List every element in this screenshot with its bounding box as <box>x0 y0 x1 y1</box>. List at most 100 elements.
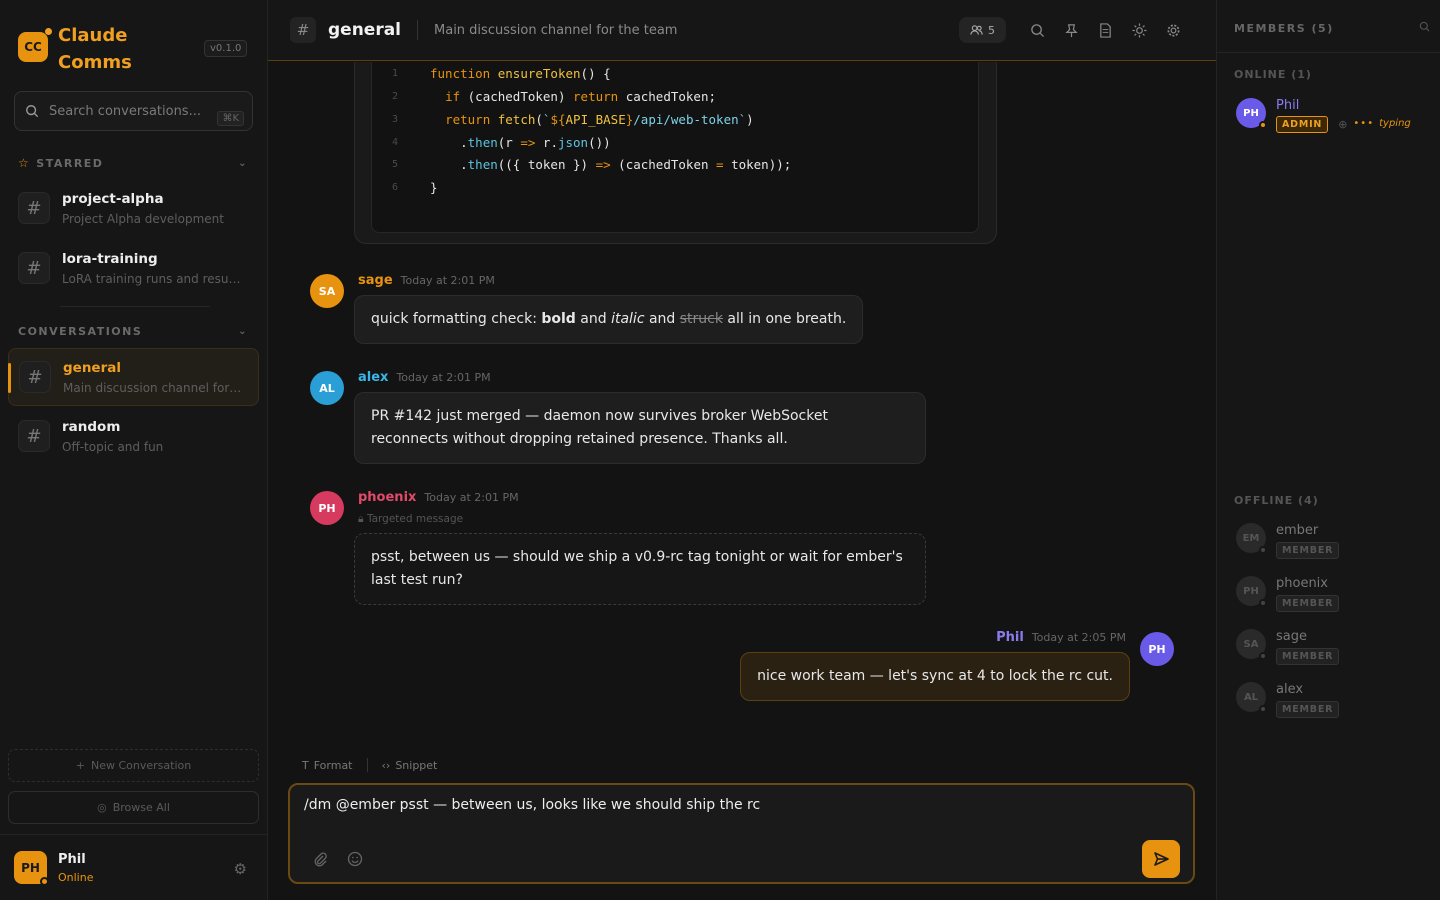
conversation-item-random[interactable]: # random Off-topic and fun <box>8 407 259 465</box>
browse-all-button[interactable]: ◎ Browse All <box>8 791 259 824</box>
format-label: Format <box>313 758 353 772</box>
role-badge: MEMBER <box>1276 542 1340 559</box>
channel-header: # general Main discussion channel for th… <box>268 0 1216 61</box>
message-list[interactable]: 1 function ensureToken() { 2 if (cachedTo… <box>268 62 1216 742</box>
globe-icon: ⊕ <box>1338 118 1348 131</box>
version-badge: v0.1.0 <box>204 40 248 57</box>
conversation-item-project-alpha[interactable]: # project-alpha Project Alpha development <box>8 179 259 237</box>
chevron-down-icon[interactable]: ⌄ <box>238 158 248 169</box>
text-bold: bold <box>541 311 576 327</box>
member-row-alex[interactable]: AL alex MEMBER <box>1236 682 1340 718</box>
members-title: MEMBERS (5) <box>1234 21 1334 35</box>
starred-label: STARRED <box>36 156 104 170</box>
avatar[interactable]: PH <box>14 851 49 886</box>
user-status: Online <box>58 870 94 884</box>
hash-icon: # <box>18 192 50 224</box>
text-plain: and <box>575 311 612 327</box>
conversation-desc: Off-topic and fun <box>62 439 164 454</box>
members-panel: MEMBERS (5) ONLINE (1) PH Phil ADMIN ⊕ •••… <box>1216 0 1440 900</box>
text-format-icon: T <box>302 758 309 772</box>
lock-icon: 🔒︎ <box>358 513 364 525</box>
user-name: Phil <box>58 851 86 867</box>
send-button[interactable] <box>1142 840 1180 878</box>
snippet-button[interactable]: ‹› Snippet <box>382 759 438 772</box>
message-author[interactable]: Phil <box>996 630 1024 645</box>
role-badge: ADMIN <box>1276 116 1329 133</box>
sun-icon[interactable] <box>1122 22 1156 38</box>
code-snippet-card: 1 function ensureToken() { 2 if (cachedTo… <box>354 62 997 244</box>
text-plain: and <box>644 311 680 327</box>
gear-icon[interactable] <box>1156 23 1190 38</box>
typing-indicator: ••• typing <box>1353 118 1410 129</box>
search-input[interactable] <box>49 103 242 119</box>
typing-dots-icon: ••• <box>1353 117 1375 129</box>
composer-toolbar: T Format ‹› Snippet <box>302 758 437 772</box>
new-conversation-label: New Conversation <box>91 759 192 772</box>
divider <box>366 758 368 772</box>
format-button[interactable]: T Format <box>302 759 353 772</box>
conversation-item-general[interactable]: # general Main discussion channel for the… <box>8 348 259 406</box>
hash-icon: # <box>18 420 50 452</box>
status-dot <box>1259 599 1267 607</box>
avatar[interactable]: SA <box>310 274 344 308</box>
message-bubble: PR #142 just merged — daemon now survive… <box>354 392 926 464</box>
users-icon <box>970 25 983 35</box>
targeted-label: Targeted message <box>366 513 464 525</box>
hash-icon: # <box>18 252 50 284</box>
members-header: MEMBERS (5) <box>1234 21 1430 35</box>
message-time: Today at 2:01 PM <box>400 274 495 287</box>
member-row-phoenix[interactable]: PH phoenix MEMBER <box>1236 576 1340 612</box>
star-icon: ☆ <box>18 156 31 170</box>
offline-group-label: OFFLINE (4) <box>1234 494 1319 507</box>
member-count: 5 <box>988 23 995 37</box>
message-author[interactable]: phoenix <box>358 490 416 505</box>
code-icon: ‹› <box>381 758 391 772</box>
typing-label: typing <box>1379 117 1411 129</box>
channel-title: general <box>328 20 402 40</box>
browse-all-label: Browse All <box>112 801 170 814</box>
message-author[interactable]: alex <box>358 370 388 385</box>
member-name: sage <box>1276 629 1307 644</box>
new-conversation-button[interactable]: + New Conversation <box>8 749 259 782</box>
avatar[interactable]: AL <box>310 371 344 405</box>
emoji-icon[interactable] <box>347 851 363 871</box>
line-number: 1 <box>392 67 399 79</box>
avatar-initials: PH <box>1243 585 1259 597</box>
hash-icon: # <box>19 361 51 393</box>
conversation-name: lora-training <box>62 250 158 267</box>
starred-section-header[interactable]: ☆ STARRED ⌄ <box>18 156 248 170</box>
search-icon[interactable] <box>1020 23 1054 38</box>
conversation-desc: Main discussion channel for the team <box>63 380 243 395</box>
logo-initials: CC <box>24 40 42 54</box>
hash-icon: # <box>290 17 316 43</box>
member-row-phil[interactable]: PH Phil ADMIN ⊕ ••• typing <box>1236 98 1411 133</box>
document-icon[interactable] <box>1088 22 1122 38</box>
avatar: PH <box>1236 98 1267 129</box>
code-block: 1 function ensureToken() { 2 if (cachedTo… <box>371 62 979 233</box>
message-input[interactable]: /dm @ember psst — between us, looks like… <box>304 797 1124 827</box>
chevron-down-icon[interactable]: ⌄ <box>238 326 248 337</box>
pin-icon[interactable] <box>1054 23 1088 38</box>
divider <box>1217 52 1440 53</box>
settings-gear-icon[interactable]: ⚙ <box>234 860 247 878</box>
avatar[interactable]: PH <box>310 491 344 525</box>
message-author[interactable]: sage <box>358 273 393 288</box>
avatar-initials: AL <box>1243 691 1259 703</box>
code-line: 3 return fetch(` ${API_BASE}/api/web-toke… <box>372 109 754 129</box>
brand: CC Claude Comms <box>18 22 138 76</box>
member-count-button[interactable]: 5 <box>959 17 1006 43</box>
member-row-ember[interactable]: EM ember MEMBER <box>1236 523 1340 559</box>
conversation-name: general <box>63 359 121 376</box>
line-number: 3 <box>392 113 399 125</box>
avatar-initials: EM <box>1242 532 1260 544</box>
avatar-initials: SA <box>1243 638 1259 650</box>
search-icon[interactable] <box>1419 21 1430 35</box>
avatar[interactable]: PH <box>1140 632 1174 666</box>
conversations-section-header[interactable]: CONVERSATIONS ⌄ <box>18 325 248 338</box>
conversation-desc: Project Alpha development <box>62 211 224 226</box>
member-name: alex <box>1276 682 1304 697</box>
member-row-sage[interactable]: SA sage MEMBER <box>1236 629 1340 665</box>
paperclip-icon[interactable] <box>312 851 328 871</box>
conversation-item-lora-training[interactable]: # lora-training LoRA training runs and re… <box>8 239 259 297</box>
search-box[interactable]: ⌘K <box>14 91 253 131</box>
